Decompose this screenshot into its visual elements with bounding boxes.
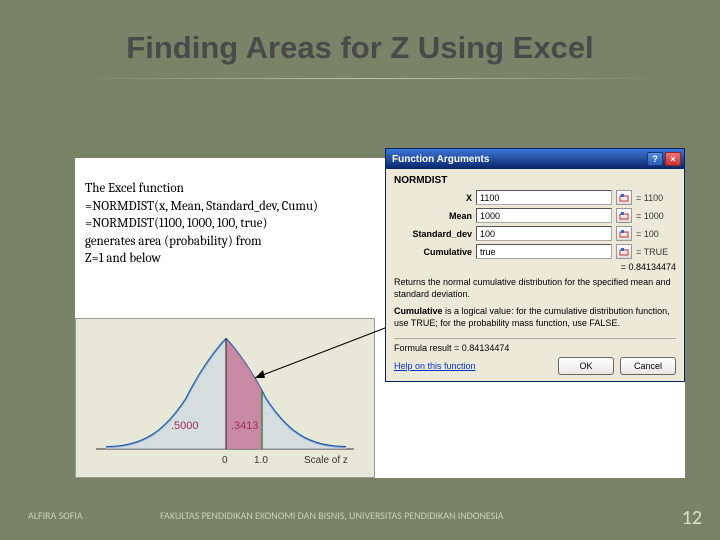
arg-row-stddev: Standard_dev 100 = 100 (394, 226, 676, 241)
footer-author: ALFIRA SOFIA (28, 509, 83, 522)
title-underline (70, 78, 670, 79)
content-panel: The Excel function =NORMDIST(x, Mean, St… (75, 158, 685, 478)
arg-eval: = 100 (636, 229, 676, 239)
help-window-button[interactable]: ? (647, 152, 663, 166)
arg-row-cumulative: Cumulative true = TRUE (394, 244, 676, 259)
ref-button[interactable] (616, 208, 632, 223)
slide-title: Finding Areas for Z Using Excel (0, 30, 720, 66)
result-line: = 0.84134474 (394, 262, 676, 272)
desc-line: =NORMDIST(x, Mean, Standard_dev, Cumu) (85, 198, 318, 216)
ref-button[interactable] (616, 226, 632, 241)
arg-label: Mean (394, 211, 472, 221)
arg-row-x: X 1100 = 1100 (394, 190, 676, 205)
area-label-shaded: .3413 (231, 420, 259, 432)
close-window-button[interactable]: × (665, 152, 681, 166)
arg-eval: = 1000 (636, 211, 676, 221)
desc-line: =NORMDIST(1100, 1000, 100, true) (85, 215, 318, 233)
svg-text:Scale of z: Scale of z (304, 455, 348, 466)
param-description: Cumulative is a logical value: for the c… (394, 306, 676, 329)
param-name: Cumulative (394, 306, 443, 316)
cancel-button[interactable]: Cancel (620, 357, 676, 375)
svg-text:1.0: 1.0 (254, 455, 268, 466)
help-link[interactable]: Help on this function (394, 361, 476, 371)
divider (394, 338, 676, 339)
formula-result: Formula result = 0.84134474 (394, 343, 676, 353)
arg-label: Cumulative (394, 247, 472, 257)
ok-button[interactable]: OK (558, 357, 614, 375)
ref-button[interactable] (616, 244, 632, 259)
description-block: The Excel function =NORMDIST(x, Mean, St… (85, 180, 318, 268)
area-label-left: .5000 (171, 420, 199, 432)
dialog-titlebar[interactable]: Function Arguments ? × (386, 149, 684, 169)
arg-input-cumulative[interactable]: true (476, 244, 612, 259)
function-arguments-dialog: Function Arguments ? × NORMDIST X 1100 =… (385, 148, 685, 382)
arg-label: Standard_dev (394, 229, 472, 239)
function-name: NORMDIST (394, 175, 676, 186)
desc-line: Z=1 and below (85, 250, 318, 268)
formula-result-value: 0.84134474 (462, 343, 510, 353)
arg-label: X (394, 193, 472, 203)
formula-result-label: Formula result = (394, 343, 459, 353)
arg-input-x[interactable]: 1100 (476, 190, 612, 205)
arg-eval: = 1100 (636, 193, 676, 203)
arg-input-mean[interactable]: 1000 (476, 208, 612, 223)
footer-institution: FAKULTAS PENDIDIKAN EKONOMI DAN BISNIS, … (160, 509, 504, 522)
desc-line: generates area (probability) from (85, 233, 318, 251)
arg-row-mean: Mean 1000 = 1000 (394, 208, 676, 223)
arg-eval: = TRUE (636, 247, 676, 257)
ref-button[interactable] (616, 190, 632, 205)
page-number: 12 (682, 506, 702, 530)
dialog-title: Function Arguments (392, 154, 489, 165)
function-description: Returns the normal cumulative distributi… (394, 277, 676, 300)
svg-text:0: 0 (222, 455, 228, 466)
arg-input-stddev[interactable]: 100 (476, 226, 612, 241)
desc-line: The Excel function (85, 180, 318, 198)
